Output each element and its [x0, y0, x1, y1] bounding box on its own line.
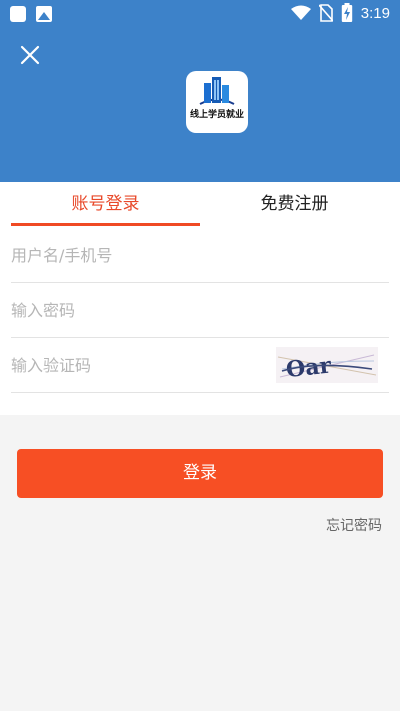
battery-charging-icon: [341, 3, 352, 22]
logo-text: 线上学员就业: [189, 110, 244, 120]
captcha-field-row: Oar: [11, 338, 389, 393]
password-field-row: [11, 283, 389, 338]
username-field-row: [11, 228, 389, 283]
no-sim-icon: [318, 4, 333, 22]
tab-free-register[interactable]: 免费注册: [200, 182, 389, 228]
notification-square-icon: [10, 6, 26, 22]
login-tabs: 账号登录 免费注册: [0, 182, 400, 228]
status-right: 3:19: [290, 3, 390, 23]
wifi-icon: [290, 5, 311, 20]
close-icon[interactable]: [16, 41, 44, 69]
captcha-image[interactable]: Oar: [276, 347, 378, 383]
status-left: [10, 6, 52, 22]
login-button[interactable]: 登录: [17, 449, 383, 498]
building-icon: [199, 77, 235, 105]
app-logo: 线上学员就业: [186, 71, 248, 133]
status-bar: 3:19: [0, 0, 400, 27]
image-notification-icon: [36, 6, 52, 22]
forgot-password-link[interactable]: 忘记密码: [326, 515, 382, 535]
login-header: 线上学员就业: [0, 27, 400, 182]
login-form: Oar: [0, 228, 400, 415]
password-input[interactable]: [11, 283, 389, 337]
captcha-input[interactable]: [11, 338, 261, 392]
active-tab-indicator: [11, 223, 200, 226]
tab-account-login[interactable]: 账号登录: [11, 182, 200, 228]
username-input[interactable]: [11, 228, 389, 282]
clock: 3:19: [360, 4, 390, 22]
